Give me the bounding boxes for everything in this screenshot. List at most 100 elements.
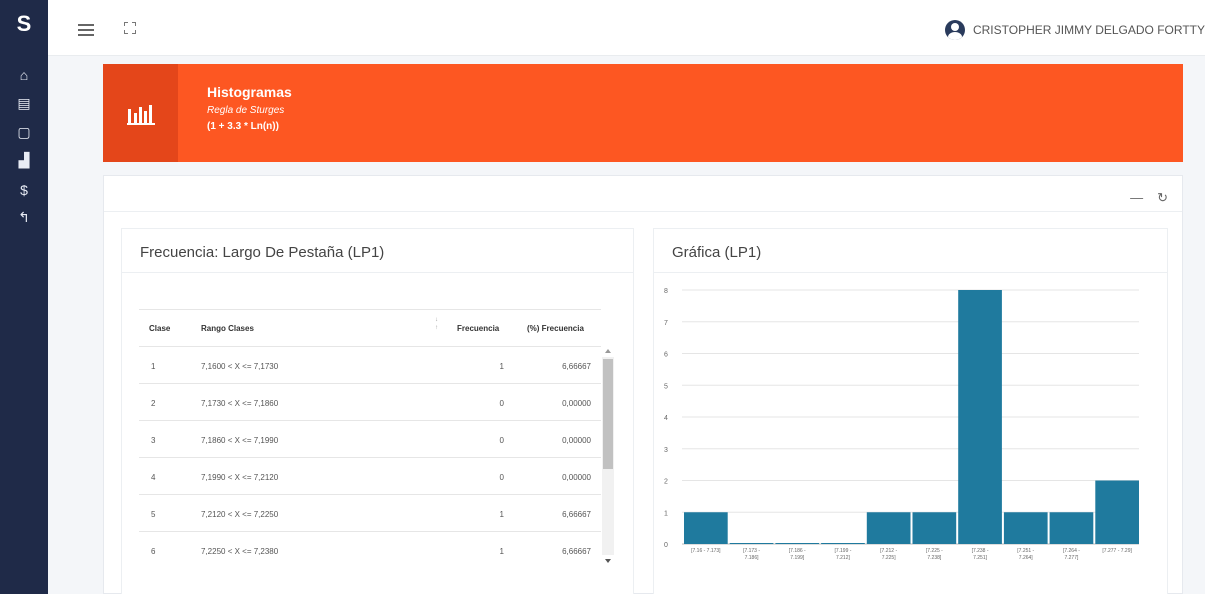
- x-tick-label: 7.238]: [927, 555, 942, 561]
- cell-porcentaje: 6,66667: [562, 362, 591, 371]
- x-tick-label: 7.212]: [836, 555, 851, 561]
- table-row: 3 7,1860 < X <= 7,1990 0 0,00000: [139, 420, 601, 457]
- card-tools: — ↻: [1130, 190, 1168, 206]
- column-header-rango-clases[interactable]: Rango Clases: [201, 324, 254, 333]
- x-tick-label: [7.277 - 7.29]: [1102, 548, 1132, 554]
- banner-title: Histogramas: [207, 84, 292, 100]
- x-tick-label: [7.186 -: [789, 548, 806, 554]
- y-tick-label: 4: [664, 415, 668, 422]
- user-name: CRISTOPHER JIMMY DELGADO FORTTY: [972, 23, 1205, 37]
- x-tick-label: 7.264]: [1019, 555, 1034, 561]
- y-tick-label: 3: [664, 447, 668, 454]
- table-row: 6 7,2250 < X <= 7,2380 1 6,66667: [139, 531, 601, 568]
- x-tick-label: 7.199]: [790, 555, 805, 561]
- note-icon[interactable]: ▢: [0, 121, 48, 143]
- histogram-bar: [866, 512, 911, 544]
- scroll-up-icon[interactable]: [605, 349, 611, 353]
- banner-subtitle: Regla de Sturges: [207, 105, 285, 116]
- divider: [104, 211, 1182, 212]
- cell-rango: 7,2250 < X <= 7,2380: [201, 547, 279, 556]
- table-row: 5 7,2120 < X <= 7,2250 1 6,66667: [139, 494, 601, 531]
- x-tick-label: [7.16 - 7.173]: [691, 548, 721, 554]
- y-tick-label: 1: [664, 510, 668, 517]
- chart-card-title: Gráfica (LP1): [672, 244, 762, 261]
- cell-porcentaje: 0,00000: [562, 473, 591, 482]
- histogram-bar: [729, 543, 774, 544]
- banner-formula: (1 + 3.3 * Ln(n)): [207, 121, 279, 132]
- frequency-table-card: Frecuencia: Largo De Pestaña (LP1) Clase…: [121, 228, 634, 594]
- content-card: — ↻ Frecuencia: Largo De Pestaña (LP1) C…: [103, 175, 1183, 594]
- cell-clase: 4: [151, 473, 156, 482]
- table-header: Clase Rango Clases ↓ ↑ Frecuencia (%) Fre…: [139, 309, 601, 346]
- x-tick-label: [7.251 -: [1017, 548, 1034, 554]
- cell-frecuencia: 0: [499, 473, 504, 482]
- cell-clase: 2: [151, 399, 156, 408]
- y-tick-label: 0: [664, 542, 668, 549]
- histogram-bar: [821, 543, 865, 544]
- table-scrollbar[interactable]: [602, 347, 614, 565]
- x-tick-label: [7.199 -: [834, 548, 851, 554]
- histogram-bar: [775, 543, 820, 544]
- app-logo[interactable]: S: [11, 10, 37, 38]
- cell-rango: 7,1990 < X <= 7,2120: [201, 473, 279, 482]
- y-tick-label: 6: [664, 352, 668, 359]
- scroll-down-icon[interactable]: [605, 559, 611, 563]
- top-bar: CRISTOPHER JIMMY DELGADO FORTTY: [48, 0, 1205, 56]
- cell-porcentaje: 0,00000: [562, 436, 591, 445]
- histogram-bar: [684, 512, 728, 544]
- cell-rango: 7,2120 < X <= 7,2250: [201, 510, 279, 519]
- info-banner: Histogramas Regla de Sturges (1 + 3.3 * …: [103, 64, 1183, 162]
- cell-clase: 5: [151, 510, 156, 519]
- x-tick-label: 7.186]: [745, 555, 760, 561]
- x-tick-label: [7.173 -: [743, 548, 760, 554]
- home-icon[interactable]: ⌂: [0, 64, 48, 86]
- histogram-chart: 0 1 2 3 4 5 6 7 8 [7.16 - 7.173] [7.173 -7.186] [7.…: [664, 288, 1139, 561]
- sidebar: S ⌂ ▤ ▢ ▟ $ ↰: [0, 0, 48, 594]
- cell-frecuencia: 1: [499, 510, 504, 519]
- cell-rango: 7,1730 < X <= 7,1860: [201, 399, 279, 408]
- histogram-bar: [912, 512, 957, 544]
- cell-frecuencia: 0: [499, 436, 504, 445]
- bar-chart-icon: [103, 64, 178, 162]
- x-tick-label: 7.277]: [1064, 555, 1079, 561]
- y-tick-label: 7: [664, 320, 668, 327]
- column-header-frecuencia[interactable]: Frecuencia: [457, 324, 499, 333]
- table-row: 1 7,1600 < X <= 7,1730 1 6,66667: [139, 346, 601, 383]
- table-row: 2 7,1730 < X <= 7,1860 0 0,00000: [139, 383, 601, 420]
- hamburger-menu-icon[interactable]: [78, 24, 94, 36]
- cell-frecuencia: 0: [499, 399, 504, 408]
- divider: [122, 272, 633, 273]
- histogram-chart-card: Gráfica (LP1) 0 1 2 3 4 5 6 7 8 [7.16 - 7.173] [7.…: [653, 228, 1168, 594]
- x-tick-label: [7.212 -: [880, 548, 897, 554]
- x-tick-label: 7.251]: [973, 555, 988, 561]
- cell-rango: 7,1600 < X <= 7,1730: [201, 362, 279, 371]
- minimize-icon[interactable]: —: [1130, 190, 1143, 206]
- document-icon[interactable]: ▤: [0, 92, 48, 114]
- y-tick-label: 5: [664, 383, 668, 390]
- scrollbar-thumb[interactable]: [603, 359, 613, 469]
- x-tick-label: [7.264 -: [1063, 548, 1080, 554]
- cell-frecuencia: 1: [499, 362, 504, 371]
- cell-porcentaje: 6,66667: [562, 547, 591, 556]
- y-tick-label: 8: [664, 288, 668, 295]
- dollar-icon[interactable]: $: [0, 179, 48, 201]
- x-tick-label: [7.238 -: [972, 548, 989, 554]
- back-icon[interactable]: ↰: [0, 206, 48, 228]
- histogram-bar: [958, 290, 1002, 544]
- x-tick-label: 7.225]: [882, 555, 897, 561]
- sort-icon[interactable]: ↓ ↑: [435, 316, 438, 332]
- column-header-clase[interactable]: Clase: [149, 324, 170, 333]
- avatar: [944, 20, 965, 40]
- refresh-icon[interactable]: ↻: [1157, 190, 1168, 206]
- histogram-bar: [1049, 512, 1094, 544]
- column-header-percent-frecuencia[interactable]: (%) Frecuencia: [527, 324, 584, 333]
- table-row: 4 7,1990 < X <= 7,2120 0 0,00000: [139, 457, 601, 494]
- cell-clase: 3: [151, 436, 156, 445]
- cell-porcentaje: 6,66667: [562, 510, 591, 519]
- table-card-title: Frecuencia: Largo De Pestaña (LP1): [140, 244, 385, 261]
- cell-clase: 6: [151, 547, 156, 556]
- user-menu[interactable]: CRISTOPHER JIMMY DELGADO FORTTY: [944, 20, 1205, 40]
- chart-icon[interactable]: ▟: [0, 149, 48, 171]
- fullscreen-icon[interactable]: [124, 22, 136, 34]
- histogram-bar: [1095, 480, 1139, 544]
